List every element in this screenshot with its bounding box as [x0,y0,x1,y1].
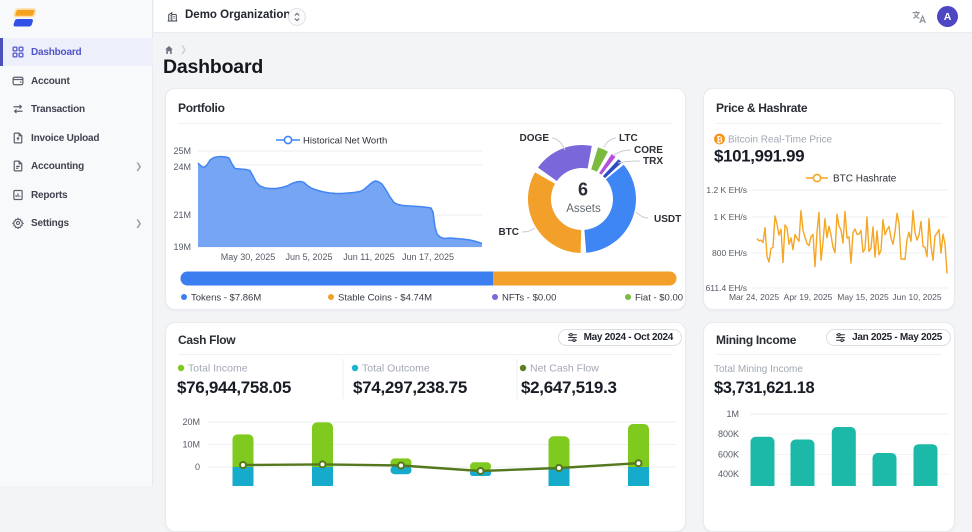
svg-text:DOGE: DOGE [520,133,550,144]
svg-text:Jun 17, 2025: Jun 17, 2025 [402,252,454,262]
svg-text:19M: 19M [173,242,191,252]
svg-text:Apr 19, 2025: Apr 19, 2025 [784,292,833,302]
svg-text:10M: 10M [182,440,200,450]
svg-text:Bitcoin Real-Time Price: Bitcoin Real-Time Price [728,135,833,146]
svg-text:Historical Net Worth: Historical Net Worth [303,136,387,147]
svg-text:CORE: CORE [634,145,663,156]
svg-text:600K: 600K [718,450,739,460]
svg-text:$76,944,758.05: $76,944,758.05 [177,378,291,397]
svg-text:1.2 K EH/s: 1.2 K EH/s [706,185,747,195]
svg-text:800 EH/s: 800 EH/s [712,248,747,258]
svg-text:Fiat - $0.00: Fiat - $0.00 [635,293,683,304]
svg-text:$3,731,621.18: $3,731,621.18 [714,379,815,397]
svg-text:1 K EH/s: 1 K EH/s [713,212,747,222]
svg-text:Tokens - $7.86M: Tokens - $7.86M [191,293,261,304]
svg-text:May 15, 2025: May 15, 2025 [837,292,889,302]
svg-text:TRX: TRX [643,156,663,167]
svg-text:Stable Coins - $4.74M: Stable Coins - $4.74M [338,293,432,304]
svg-text:400K: 400K [718,469,739,479]
svg-text:0: 0 [195,462,200,472]
svg-text:Jun 11, 2025: Jun 11, 2025 [343,252,394,262]
svg-text:Jun 10, 2025: Jun 10, 2025 [892,292,941,302]
svg-text:$2,647,519.3: $2,647,519.3 [521,378,617,397]
svg-text:Net Cash Flow: Net Cash Flow [530,363,599,375]
svg-text:Mar 24, 2025: Mar 24, 2025 [729,292,779,302]
svg-text:25M: 25M [173,146,191,156]
svg-text:1M: 1M [726,409,739,419]
svg-text:May 30, 2025: May 30, 2025 [221,252,276,262]
svg-text:BTC: BTC [498,227,519,238]
svg-text:Total Outcome: Total Outcome [362,363,430,375]
svg-text:21M: 21M [173,210,191,220]
svg-text:$74,297,238.75: $74,297,238.75 [353,378,467,397]
svg-text:USDT: USDT [654,214,681,225]
svg-text:₿: ₿ [716,136,723,145]
svg-text:NFTs - $0.00: NFTs - $0.00 [502,293,556,304]
svg-text:LTC: LTC [619,133,638,144]
svg-text:6: 6 [578,180,588,200]
svg-text:800K: 800K [718,429,739,439]
svg-text:Assets: Assets [566,203,601,215]
svg-text:Total Mining Income: Total Mining Income [714,364,803,375]
svg-text:20M: 20M [182,417,200,427]
svg-text:BTC Hashrate: BTC Hashrate [833,174,897,185]
svg-text:24M: 24M [173,162,191,172]
svg-text:Total Income: Total Income [188,363,248,375]
svg-text:$101,991.99: $101,991.99 [714,147,804,166]
svg-text:Jun 5, 2025: Jun 5, 2025 [285,252,332,262]
